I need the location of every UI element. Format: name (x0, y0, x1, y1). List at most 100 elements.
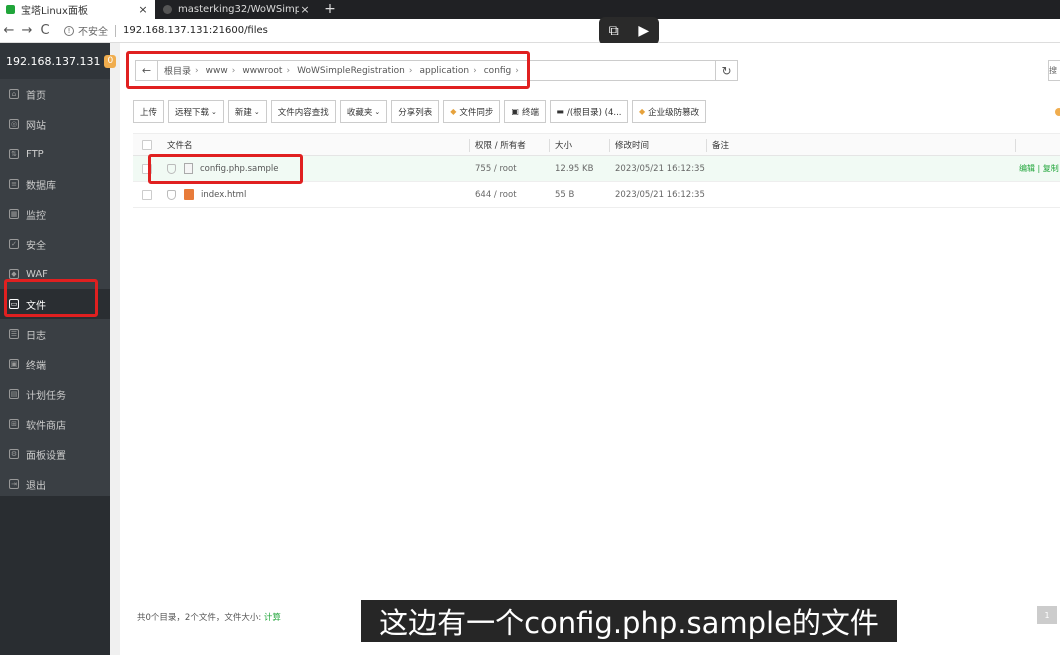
column-divider (609, 139, 610, 152)
url-divider (115, 24, 116, 37)
mtime-cell: 2023/05/21 16:12:35 (615, 189, 705, 200)
size-cell: 12.95 KB (555, 163, 594, 174)
file-name[interactable]: index.html (201, 190, 246, 200)
waf-icon: ◆ (9, 269, 19, 279)
disk-button[interactable]: ▬/(根目录) (4... (549, 100, 628, 123)
github-favicon-icon (163, 5, 172, 14)
favorites-button[interactable]: 收藏夹 ⌄ (339, 100, 388, 123)
sidebar-item-label: 计划任务 (26, 390, 66, 402)
permission-cell[interactable]: 644 / root (475, 182, 517, 207)
button-label: 终端 (521, 107, 539, 118)
terminal-icon: ▣ (9, 359, 19, 369)
server-ip: 192.168.137.131 (6, 54, 101, 68)
sidebar-item-logout[interactable]: ⇥ 退出 (0, 469, 110, 499)
tab-title: masterking32/WoWSimpleRegi (178, 4, 299, 15)
calendar-icon: ▤ (9, 389, 19, 399)
globe-icon: ◎ (9, 119, 19, 129)
column-divider (706, 139, 707, 152)
logout-icon: ⇥ (9, 479, 19, 489)
baota-favicon-icon (6, 5, 15, 14)
sidebar-item-database[interactable]: ≡ 数据库 (0, 169, 110, 199)
sidebar-item-website[interactable]: ◎ 网站 (0, 109, 110, 139)
home-icon: ⌂ (9, 89, 19, 99)
upload-button[interactable]: 上传 (133, 100, 165, 123)
button-label: 远程下载 (175, 107, 210, 118)
row-checkbox[interactable] (142, 189, 152, 200)
sidebar-item-label: 退出 (26, 480, 46, 492)
terminal-button[interactable]: ▣ 终端 (504, 100, 546, 123)
button-label: 新建 (234, 107, 252, 118)
table-row[interactable]: index.html 644 / root 55 B 2023/05/21 16… (133, 182, 1060, 208)
video-overlay-controls: ⧉ ▶ (599, 17, 659, 45)
remote-download-button[interactable]: 远程下载 ⌄ (168, 100, 224, 123)
content-search-button[interactable]: 文件内容查找 (270, 100, 336, 123)
video-subtitle: 这边有一个config.php.sample的文件 (361, 600, 897, 642)
file-summary: 共0个目录，2个文件，文件大小: 计算 (137, 611, 281, 623)
gem-icon: ◆ (450, 107, 457, 116)
chevron-down-icon: ⌄ (253, 107, 260, 116)
address-bar[interactable]: 192.168.137.131:21600/files (123, 25, 268, 36)
notification-badge[interactable]: 0 (104, 54, 117, 68)
sidebar-item-label: 面板设置 (26, 450, 66, 462)
sidebar-item-label: 软件商店 (26, 420, 66, 432)
header-permission[interactable]: 权限 / 所有者 (475, 134, 526, 155)
log-icon: ☰ (9, 329, 19, 339)
security-indicator[interactable]: ! 不安全 (64, 23, 108, 38)
column-divider (549, 139, 550, 152)
reload-button[interactable]: C (36, 23, 54, 38)
button-label: 企业级防篡改 (648, 107, 700, 118)
sidebar-item-app-store[interactable]: ⊞ 软件商店 (0, 409, 110, 439)
enterprise-tamper-proof-button[interactable]: ◆ 企业级防篡改 (631, 100, 707, 123)
forward-button[interactable]: → (18, 23, 36, 38)
calculate-size-link[interactable]: 计算 (264, 613, 281, 623)
new-button[interactable]: 新建 ⌄ (227, 100, 267, 123)
mtime-cell: 2023/05/21 16:12:35 (615, 163, 705, 174)
pagination-page[interactable]: 1 (1037, 606, 1057, 624)
tab-baota-panel[interactable]: 宝塔Linux面板 × (0, 0, 155, 19)
pip-icon[interactable]: ⧉ (609, 23, 619, 39)
sidebar-item-security[interactable]: ✓ 安全 (0, 229, 110, 259)
sidebar-item-label: 网站 (26, 120, 46, 132)
tab-close-icon[interactable]: × (137, 3, 149, 16)
tab-github-repo[interactable]: masterking32/WoWSimpleRegi × (157, 0, 317, 19)
sidebar-item-label: WAF (26, 268, 48, 280)
sidebar-item-logs[interactable]: ☰ 日志 (0, 319, 110, 349)
search-box[interactable]: 搜 (1048, 60, 1060, 81)
file-sync-button[interactable]: ◆ 文件同步 (443, 100, 501, 123)
size-cell: 55 B (555, 189, 575, 200)
new-tab-button[interactable]: + (322, 1, 338, 17)
play-icon[interactable]: ▶ (638, 23, 649, 39)
sidebar-item-monitor[interactable]: ▦ 监控 (0, 199, 110, 229)
server-header: 192.168.137.131 0 (0, 43, 117, 79)
permission-cell[interactable]: 755 / root (475, 156, 517, 181)
row-actions[interactable]: 编辑 | 复制 (1019, 156, 1059, 181)
sidebar-item-label: 终端 (26, 360, 46, 372)
button-label: 收藏夹 (346, 107, 373, 118)
database-icon: ≡ (9, 179, 19, 189)
header-mtime[interactable]: 修改时间 (615, 134, 649, 155)
monitor-icon: ▦ (9, 209, 19, 219)
column-divider (1015, 139, 1016, 152)
sidebar-footer-area (0, 496, 110, 655)
html-file-icon (184, 189, 194, 200)
header-name[interactable]: 文件名 (167, 134, 193, 155)
column-divider (469, 139, 470, 152)
header-size[interactable]: 大小 (555, 134, 572, 155)
select-all-checkbox[interactable] (142, 139, 152, 150)
back-button[interactable]: ← (0, 23, 18, 38)
tab-close-icon[interactable]: × (299, 3, 311, 16)
protect-shield-icon[interactable] (167, 189, 176, 200)
highlight-file-box (148, 154, 303, 184)
sidebar-item-home[interactable]: ⌂ 首页 (0, 79, 110, 109)
refresh-icon[interactable]: ↻ (715, 61, 737, 80)
sidebar-item-terminal[interactable]: ▣ 终端 (0, 349, 110, 379)
share-list-button[interactable]: 分享列表 (391, 100, 440, 123)
sidebar-item-settings[interactable]: ⚙ 面板设置 (0, 439, 110, 469)
sidebar-item-label: FTP (26, 148, 44, 160)
sidebar-item-cron[interactable]: ▤ 计划任务 (0, 379, 110, 409)
sidebar-item-ftp[interactable]: ⇅ FTP (0, 139, 110, 169)
select-all-cell (142, 134, 152, 155)
sidebar-item-label: 首页 (26, 90, 46, 102)
tab-title: 宝塔Linux面板 (21, 6, 88, 17)
gem-icon: ◆ (638, 107, 646, 116)
